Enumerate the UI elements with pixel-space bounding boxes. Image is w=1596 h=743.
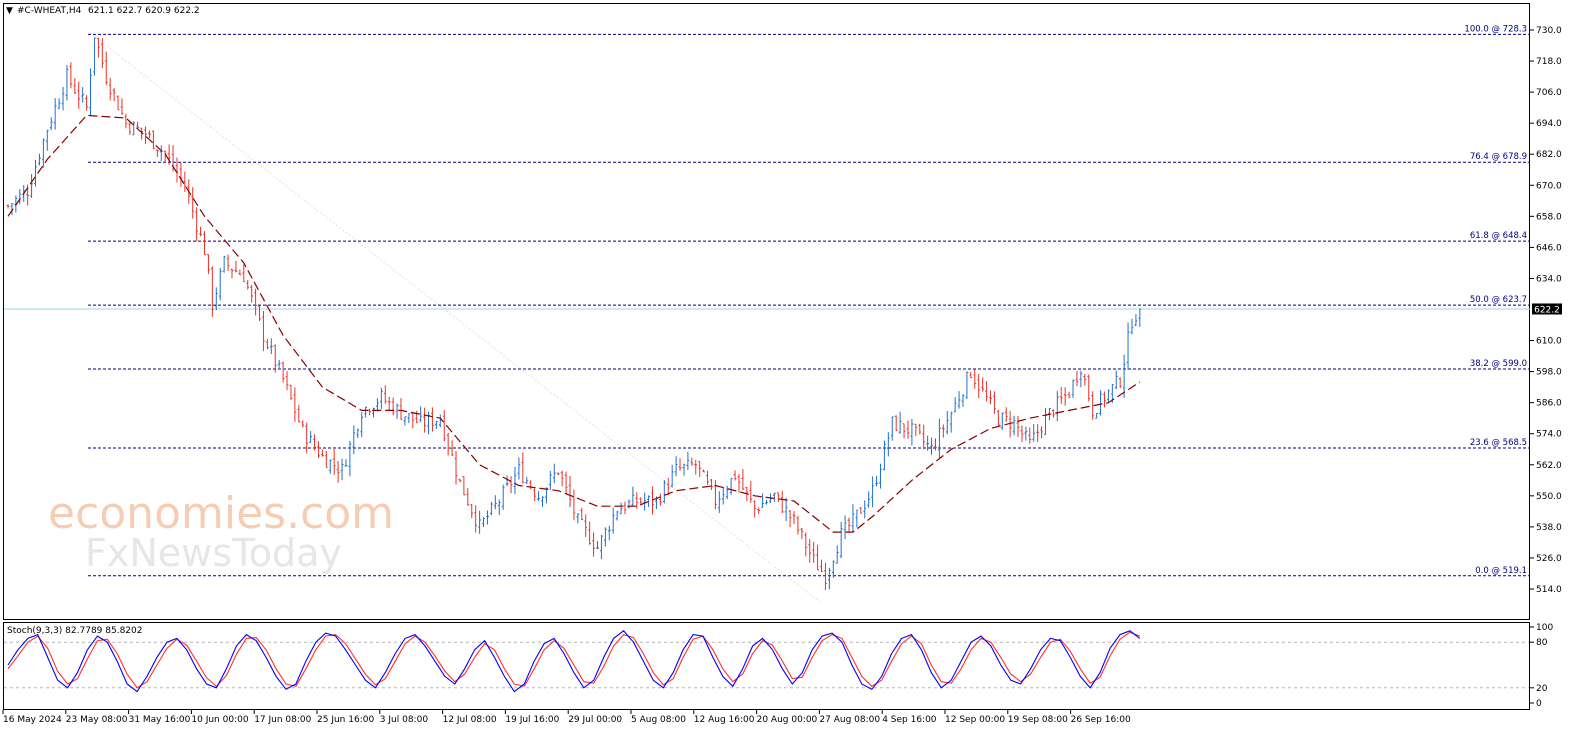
price-tick-label: 646.0 — [1536, 243, 1562, 253]
time-tick-label: 12 Jul 08:00 — [443, 715, 497, 725]
time-tick-label: 23 May 08:00 — [66, 715, 128, 725]
price-tick-label: 682.0 — [1536, 150, 1562, 160]
chart-symbol-title: #C-WHEAT,H4 — [17, 6, 82, 16]
time-tick-label: 20 Aug 00:00 — [757, 715, 818, 725]
stoch-tick-label: 20 — [1536, 684, 1548, 694]
time-tick-label: 25 Jun 16:00 — [317, 715, 374, 725]
stoch-tick-label: 100 — [1536, 623, 1553, 633]
price-tick-label: 574.0 — [1536, 430, 1562, 440]
time-tick-label: 29 Jul 00:00 — [568, 715, 622, 725]
stoch-label: Stoch(9,3,3) 82.7789 85.8202 — [7, 626, 142, 636]
watermark-fxnewstoday: FxNewsToday — [85, 531, 342, 575]
price-tick-label: 562.0 — [1536, 461, 1562, 471]
stoch-axis: 100 80 20 0 — [1530, 623, 1553, 709]
time-tick-label: 5 Aug 08:00 — [631, 715, 686, 725]
fib-level-label: 23.6 @ 568.5 — [1470, 438, 1527, 448]
price-tick-label: 694.0 — [1536, 119, 1562, 129]
time-tick-label: 27 Aug 08:00 — [819, 715, 880, 725]
time-tick-label: 4 Sep 16:00 — [882, 715, 937, 725]
price-tick-label: 670.0 — [1536, 181, 1562, 191]
stoch-pane-frame — [3, 622, 1530, 710]
price-tick-label: 706.0 — [1536, 88, 1562, 98]
price-tick-label: 538.0 — [1536, 523, 1562, 533]
fib-level-label: 61.8 @ 648.4 — [1470, 231, 1527, 241]
time-tick-label: 10 Jun 00:00 — [191, 715, 248, 725]
price-tick-label: 526.0 — [1536, 554, 1562, 564]
time-tick-label: 19 Jul 16:00 — [505, 715, 559, 725]
svg-text:622.2: 622.2 — [1534, 305, 1560, 315]
time-tick-label: 16 May 2024 — [3, 715, 62, 725]
price-tick-label: 514.0 — [1536, 585, 1562, 595]
time-tick-label: 31 May 16:00 — [129, 715, 191, 725]
stoch-tick-label: 0 — [1536, 699, 1542, 709]
time-tick-label: 17 Jun 08:00 — [254, 715, 311, 725]
fib-level-label: 76.4 @ 678.9 — [1470, 152, 1527, 162]
fib-level-label: 100.0 @ 728.3 — [1464, 24, 1527, 34]
time-tick-label: 19 Sep 08:00 — [1008, 715, 1068, 725]
fib-level-label: 0.0 @ 519.1 — [1475, 566, 1527, 576]
fib-level-label: 50.0 @ 623.7 — [1470, 295, 1527, 305]
time-tick-label: 12 Sep 00:00 — [945, 715, 1005, 725]
fib-level-label: 38.2 @ 599.0 — [1470, 359, 1527, 369]
stoch-tick-label: 80 — [1536, 638, 1548, 648]
time-tick-label: 12 Aug 16:00 — [694, 715, 755, 725]
time-tick-label: 3 Jul 08:00 — [380, 715, 429, 725]
chart-header-arrow[interactable]: ▼ — [6, 6, 13, 16]
price-tick-label: 658.0 — [1536, 212, 1562, 222]
time-tick-label: 26 Sep 16:00 — [1071, 715, 1131, 725]
price-tick-label: 610.0 — [1536, 337, 1562, 347]
price-tick-label: 598.0 — [1536, 368, 1562, 378]
price-tick-label: 634.0 — [1536, 274, 1562, 284]
price-tick-label: 718.0 — [1536, 57, 1562, 67]
price-tick-label: 586.0 — [1536, 399, 1562, 409]
chart-canvas: economies.com FxNewsToday 100.0 @ 728.37… — [2, 3, 1562, 725]
chart-ohlc-values: 621.1 622.7 620.9 622.2 — [88, 6, 200, 16]
time-axis: 16 May 2024 23 May 08:00 31 May 16:00 10 Ju… — [2, 710, 1131, 725]
price-tick-label: 550.0 — [1536, 492, 1562, 502]
price-tick-label: 730.0 — [1536, 26, 1562, 36]
current-price-badge: 622.2 — [1532, 303, 1562, 315]
